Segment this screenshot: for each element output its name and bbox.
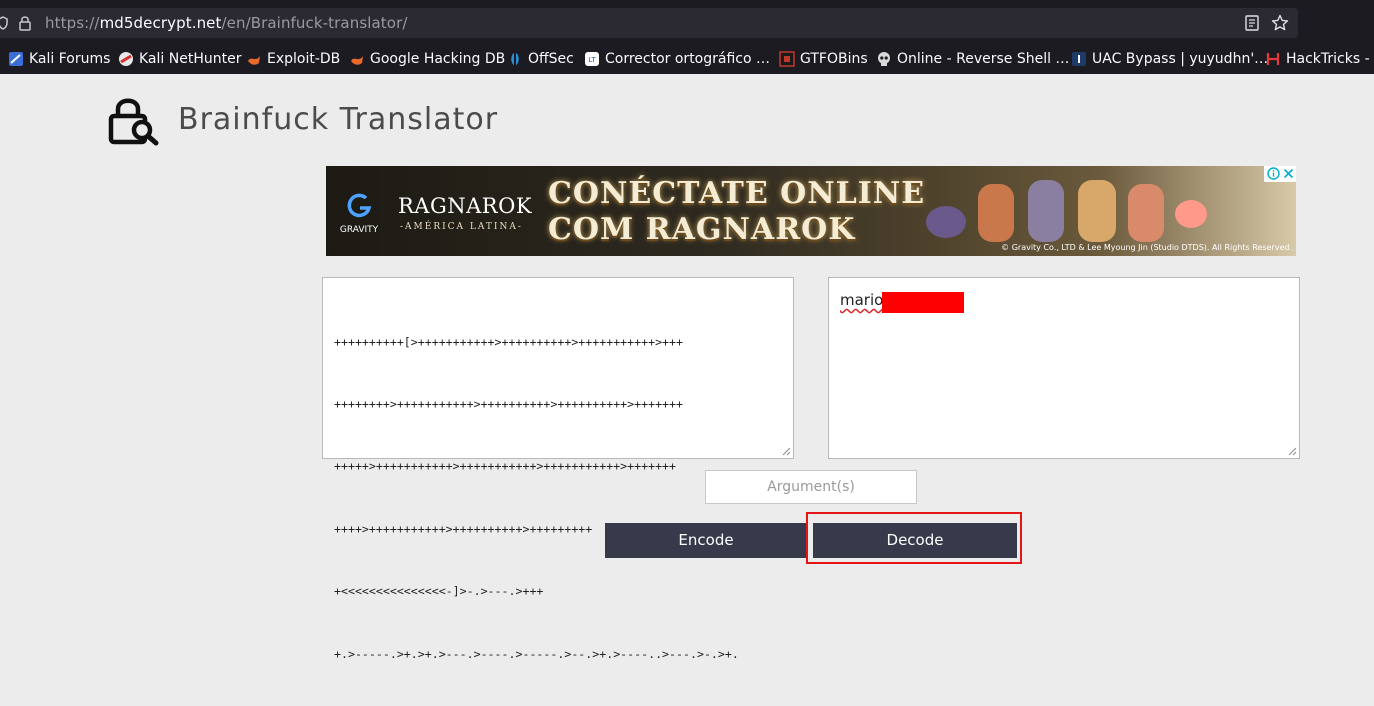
ad-characters-art — [926, 180, 1207, 242]
bookmark-star-icon[interactable] — [1271, 14, 1289, 32]
encode-button[interactable]: Encode — [605, 523, 807, 558]
bookmark-label: Kali Forums — [29, 51, 111, 67]
address-bar[interactable]: https://md5decrypt.net/en/Brainfuck-tran… — [0, 8, 1298, 38]
tracking-shield-icon[interactable] — [0, 16, 8, 30]
bookmark-label: Corrector ortográfico … — [605, 51, 770, 67]
bookmark-offsec[interactable]: OffSec — [507, 49, 574, 69]
uac-icon — [1072, 52, 1086, 66]
kali-forums-icon — [9, 52, 23, 66]
ad-gravity-logo: GRAVITY — [336, 192, 382, 235]
argument-input[interactable]: Argument(s) — [705, 470, 917, 504]
ad-game-title: RAGNAROK — [398, 194, 533, 218]
ad-brand: GRAVITY — [339, 225, 379, 235]
exploit-db-icon — [248, 56, 260, 65]
bookmark-label: GTFOBins — [800, 51, 868, 67]
reader-view-icon[interactable] — [1245, 15, 1259, 31]
bookmark-exploit-db[interactable]: Exploit-DB — [246, 49, 340, 69]
url-path: /en/Brainfuck-translator/ — [221, 14, 408, 32]
url-scheme: https:// — [45, 14, 100, 32]
redaction-box — [882, 292, 964, 313]
ad-choices[interactable] — [1264, 166, 1296, 182]
output-visible-text: mario — [840, 291, 884, 309]
brainfuck-input-textarea[interactable]: ++++++++++[>+++++++++++>++++++++++>+++++… — [322, 277, 794, 661]
bookmarks-toolbar: Kali Forums Kali NetHunter Exploit-DB Go… — [0, 44, 1374, 74]
ad-headline-line-2: COM RAGNAROK — [548, 212, 856, 247]
gravity-logo-icon — [347, 193, 372, 218]
code-line: +.>-----.>+.>+.>---.>----.>-----.>--.>+.… — [334, 646, 739, 661]
bookmark-label: HackTricks - H — [1286, 51, 1374, 67]
code-line: ++++++++>+++++++++++>++++++++++>++++++++… — [334, 396, 684, 411]
resize-grip-icon[interactable] — [1287, 446, 1297, 456]
close-icon[interactable] — [1282, 167, 1295, 180]
page-content: Brainfuck Translator GRAVITY RAGNAROK -A… — [0, 74, 1374, 661]
ghdb-icon — [351, 56, 363, 65]
output-textarea[interactable]: mario — [828, 277, 1300, 459]
ad-game-subtitle: -AMÉRICA LATINA- — [400, 222, 523, 232]
kali-nethunter-icon — [119, 52, 133, 66]
info-icon[interactable] — [1267, 167, 1280, 180]
offsec-icon — [511, 52, 519, 66]
highlight-annotation — [806, 512, 1022, 564]
ad-banner[interactable]: GRAVITY RAGNAROK -AMÉRICA LATINA- CONÉCT… — [326, 166, 1296, 256]
corrector-icon: LT — [585, 52, 599, 66]
bookmark-corrector[interactable]: LT Corrector ortográfico … — [584, 49, 770, 69]
lock-icon[interactable] — [18, 14, 32, 32]
code-line: +<<<<<<<<<<<<<<<-]>-.>---.>+++ — [334, 584, 544, 599]
output-text: mario — [840, 291, 883, 309]
resize-grip-icon[interactable] — [781, 446, 791, 456]
code-line: ++++++++++[>+++++++++++>++++++++++>+++++… — [334, 334, 684, 349]
bookmark-label: UAC Bypass | yuyudhn'… — [1092, 51, 1269, 67]
bookmark-label: Google Hacking DB — [370, 51, 506, 67]
gtfobins-icon — [779, 51, 795, 67]
svg-text:LT: LT — [588, 56, 596, 64]
page-title: Brainfuck Translator — [178, 102, 499, 137]
bookmark-label: Exploit-DB — [267, 51, 341, 67]
url-text[interactable]: https://md5decrypt.net/en/Brainfuck-tran… — [45, 14, 408, 32]
bookmark-uac-bypass[interactable]: UAC Bypass | yuyudhn'… — [1071, 49, 1268, 69]
ad-copyright: © Gravity Co., LTD & Lee Myoung Jin (Stu… — [1001, 243, 1292, 252]
url-host: md5decrypt.net — [99, 14, 222, 32]
lock-search-logo-icon — [108, 98, 159, 146]
browser-toolbar: https://md5decrypt.net/en/Brainfuck-tran… — [0, 0, 1374, 44]
skull-icon — [878, 52, 890, 66]
bookmark-label: Kali NetHunter — [139, 51, 242, 67]
bookmark-gtfobins[interactable]: GTFOBins — [779, 49, 868, 69]
bookmark-label: Online - Reverse Shell … — [897, 51, 1070, 67]
ad-headline-line-1: CONÉCTATE ONLINE — [548, 176, 926, 211]
bookmark-kali-nethunter[interactable]: Kali NetHunter — [118, 49, 241, 69]
hacktricks-icon — [1266, 53, 1280, 65]
bookmark-kali-forums[interactable]: Kali Forums — [8, 49, 110, 69]
bookmark-reverse-shell[interactable]: Online - Reverse Shell … — [876, 49, 1069, 69]
ad-headline: CONÉCTATE ONLINE COM RAGNAROK — [548, 176, 925, 248]
bookmark-ghdb[interactable]: Google Hacking DB — [349, 49, 505, 69]
bookmark-label: OffSec — [528, 51, 574, 67]
bookmark-hacktricks[interactable]: HackTricks - H — [1265, 49, 1374, 69]
